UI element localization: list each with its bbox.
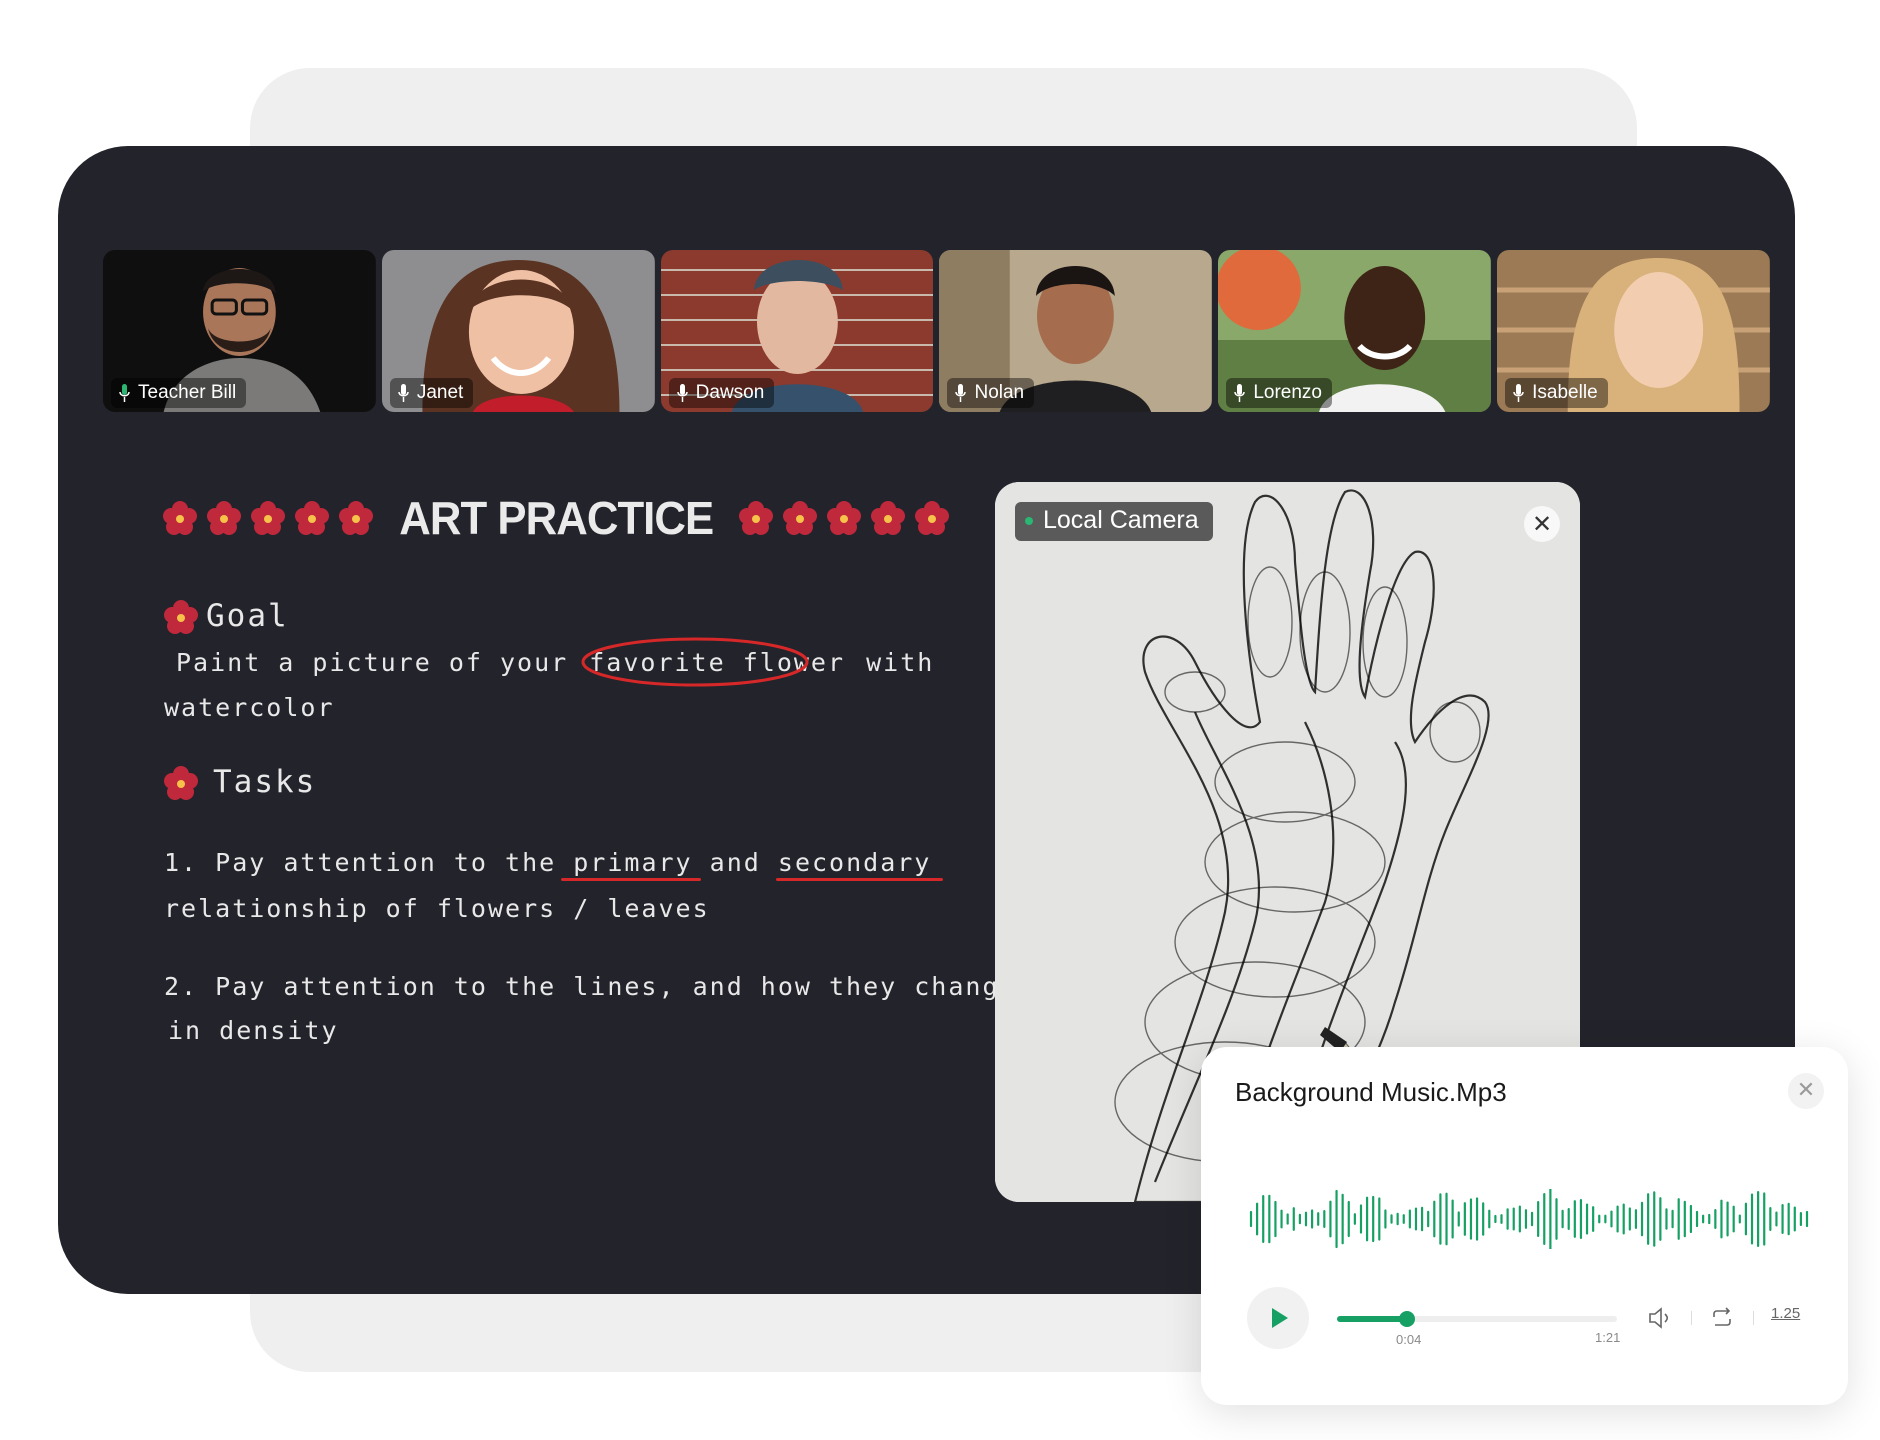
participant-tile-nolan[interactable]: Nolan bbox=[939, 250, 1213, 412]
hibiscus-icon bbox=[164, 766, 198, 800]
participant-tile-dawson[interactable]: Dawson bbox=[660, 250, 934, 412]
hibiscus-icon bbox=[739, 501, 774, 535]
participant-name-tag: Lorenzo bbox=[1226, 378, 1332, 408]
hibiscus-icon bbox=[339, 501, 373, 535]
goal-text-line2: watercolor bbox=[164, 693, 335, 722]
hibiscus-icon bbox=[251, 501, 285, 535]
volume-icon[interactable] bbox=[1647, 1305, 1673, 1331]
notes-title: ART PRACTICE bbox=[399, 492, 714, 544]
microphone-icon bbox=[1513, 383, 1524, 402]
notes-title-row: ART PRACTICE bbox=[163, 491, 950, 545]
microphone-active-icon bbox=[119, 383, 130, 402]
music-player: Background Music.Mp3 ✕ 0:04 1:21 1.25 bbox=[1201, 1047, 1848, 1405]
divider bbox=[1753, 1311, 1754, 1325]
live-indicator-icon bbox=[1025, 516, 1033, 525]
play-icon bbox=[1272, 1308, 1288, 1328]
participant-strip: Teacher Bill Janet Dawson Nolan Lorenzo … bbox=[103, 250, 1770, 412]
hibiscus-icon bbox=[827, 501, 862, 535]
hibiscus-icon bbox=[871, 501, 906, 535]
microphone-icon bbox=[398, 383, 409, 402]
microphone-icon bbox=[676, 383, 688, 402]
participant-name-tag: Teacher Bill bbox=[111, 378, 247, 408]
hibiscus-icon bbox=[295, 501, 329, 535]
participant-name-tag: Isabelle bbox=[1505, 378, 1608, 408]
task2-line1: 2. Pay attention to the lines, and how t… bbox=[164, 972, 1017, 1001]
participant-tile-lorenzo[interactable]: Lorenzo bbox=[1218, 250, 1492, 412]
divider bbox=[1691, 1311, 1692, 1325]
task1-line1: 1. Pay attention to the primary and seco… bbox=[164, 848, 944, 881]
participant-name: Lorenzo bbox=[1253, 382, 1322, 403]
tasks-heading: Tasks bbox=[213, 764, 317, 800]
hibiscus-icon bbox=[915, 501, 950, 535]
camera-label-text: Local Camera bbox=[1043, 506, 1199, 534]
track-title: Background Music.Mp3 bbox=[1235, 1077, 1507, 1107]
task1-text-start: 1. Pay attention to the bbox=[164, 848, 557, 877]
task1-primary: primary bbox=[573, 848, 693, 877]
participant-tile-teacher-bill[interactable]: Teacher Bill bbox=[103, 250, 376, 412]
goal-heading: Goal bbox=[206, 598, 289, 634]
camera-label: Local Camera bbox=[1015, 502, 1213, 541]
participant-name-tag: Nolan bbox=[947, 378, 1035, 408]
red-underline bbox=[775, 878, 944, 881]
underlined-secondary: secondary bbox=[775, 848, 944, 881]
player-close-button[interactable]: ✕ bbox=[1788, 1073, 1824, 1109]
task2-line2: in density bbox=[168, 1016, 339, 1045]
play-button[interactable] bbox=[1247, 1287, 1309, 1349]
circled-phrase: favorite flower bbox=[581, 637, 849, 687]
waveform bbox=[1249, 1189, 1809, 1249]
task1-line2: relationship of flowers / leaves bbox=[164, 894, 710, 923]
hibiscus-icon bbox=[164, 600, 198, 634]
participant-tile-isabelle[interactable]: Isabelle bbox=[1497, 250, 1770, 412]
duration: 1:21 bbox=[1595, 1330, 1621, 1345]
participant-name: Dawson bbox=[695, 382, 765, 403]
playback-speed-button[interactable]: 1.25 bbox=[1771, 1305, 1800, 1322]
participant-name: Nolan bbox=[974, 382, 1025, 403]
progress-fill bbox=[1337, 1316, 1407, 1322]
camera-close-button[interactable]: ✕ bbox=[1524, 506, 1560, 542]
participant-name-tag: Dawson bbox=[668, 378, 775, 408]
current-time: 0:04 bbox=[1396, 1332, 1422, 1347]
repeat-icon[interactable] bbox=[1709, 1305, 1735, 1331]
participant-name-tag: Janet bbox=[389, 378, 474, 408]
task1-secondary: secondary bbox=[777, 848, 932, 877]
goal-text-start: Paint a picture of your bbox=[176, 648, 569, 677]
goal-text-end: with bbox=[866, 648, 935, 677]
task1-and: and bbox=[709, 848, 761, 877]
participant-name: Teacher Bill bbox=[138, 382, 237, 403]
progress-thumb[interactable] bbox=[1399, 1311, 1415, 1327]
participant-tile-janet[interactable]: Janet bbox=[381, 250, 655, 412]
participant-name: Janet bbox=[416, 382, 464, 403]
microphone-icon bbox=[1234, 383, 1246, 402]
goal-text-line1: Paint a picture of your favorite flower … bbox=[176, 637, 935, 687]
hibiscus-icon bbox=[163, 501, 197, 535]
progress-slider[interactable] bbox=[1337, 1311, 1617, 1327]
red-circle-annotation bbox=[581, 637, 809, 687]
microphone-icon bbox=[955, 383, 967, 402]
underlined-primary: primary bbox=[561, 848, 701, 881]
red-underline bbox=[561, 878, 701, 881]
hibiscus-icon bbox=[207, 501, 241, 535]
hibiscus-icon bbox=[783, 501, 818, 535]
participant-name: Isabelle bbox=[1532, 382, 1598, 403]
